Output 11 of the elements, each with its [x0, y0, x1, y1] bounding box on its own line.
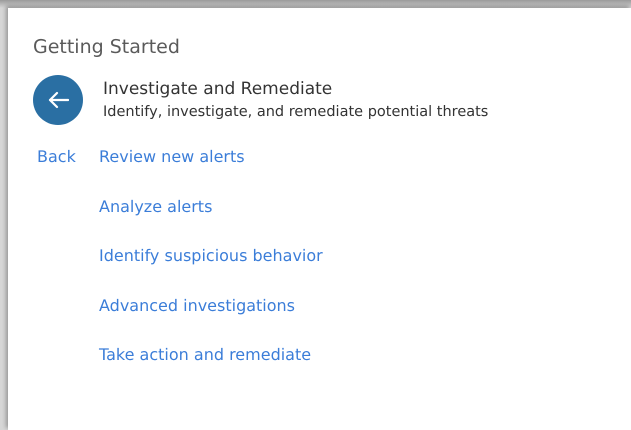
- step-link[interactable]: Review new alerts: [99, 146, 245, 168]
- section-subtitle: Identify, investigate, and remediate potential threats: [103, 103, 488, 122]
- panel-heading: Getting Started: [33, 35, 181, 60]
- step-link[interactable]: Identify suspicious behavior: [99, 245, 323, 267]
- section-title: Investigate and Remediate: [103, 78, 334, 100]
- back-button[interactable]: [33, 75, 83, 125]
- back-link[interactable]: Back: [37, 146, 76, 168]
- step-link[interactable]: Take action and remediate: [99, 344, 312, 366]
- step-link[interactable]: Advanced investigations: [99, 294, 296, 316]
- step-link[interactable]: Analyze alerts: [99, 196, 212, 218]
- arrow-left-icon: [47, 91, 69, 109]
